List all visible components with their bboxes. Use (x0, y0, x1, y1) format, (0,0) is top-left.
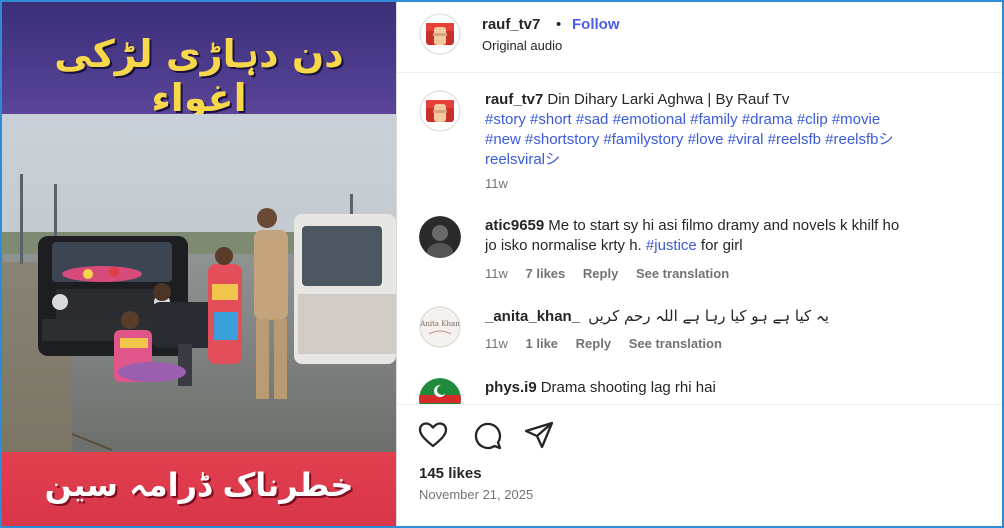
commenter-avatar[interactable]: Anita Khan (419, 306, 461, 348)
fist-logo-icon (419, 13, 461, 55)
comment-icon[interactable] (471, 419, 503, 451)
comment-likes[interactable]: 1 like (526, 336, 559, 351)
comment-likes[interactable]: 7 likes (526, 266, 566, 281)
header-username[interactable]: rauf_tv7 (482, 16, 540, 33)
comment-text: atic9659 Me to start sy hi asi filmo dram… (485, 216, 990, 256)
post-side-panel: rauf_tv7 • Follow Original audio rauf_tv… (396, 2, 1002, 526)
post-date[interactable]: November 21, 2025 (419, 487, 533, 502)
hashtags-line-1[interactable]: #story #short #sad #emotional #family #d… (485, 111, 880, 128)
hashtags-line-2[interactable]: #new #shortstory #familystory #love #vir… (485, 131, 894, 148)
video-caption-text: خطرناک ڈرامہ سین (44, 466, 354, 504)
commenter-avatar[interactable] (419, 378, 461, 404)
post-header: rauf_tv7 • Follow Original audio (397, 2, 1002, 73)
comment-meta: 11w 1 like Reply See translation (485, 336, 736, 351)
reply-button[interactable]: Reply (583, 266, 618, 281)
caption-body: Din Dihary Larki Aghwa | By Rauf Tv (547, 91, 790, 108)
comment-time[interactable]: 11w (485, 266, 508, 281)
hashtags-line-3[interactable]: reelsviralシ (485, 151, 560, 168)
post-dialog: دن دہاڑی لڑکی اغواء خطرناک ڈرامہ سین rau… (0, 0, 1004, 528)
comment-username[interactable]: _anita_khan_ (485, 308, 580, 325)
caption-text: rauf_tv7 Din Dihary Larki Aghwa | By Rauf… (485, 90, 990, 170)
caption-time[interactable]: 11w (485, 176, 508, 191)
comment-username[interactable]: atic9659 (485, 217, 544, 234)
post-actions: 145 likes November 21, 2025 (397, 404, 1002, 526)
comment-text: phys.i9 Drama shooting lag rhi hai (485, 378, 990, 398)
follow-button[interactable]: Follow (572, 16, 620, 33)
comment-body: یہ کیا ہے ہو کیا رہا ہے اللہ رحم کریں (588, 307, 829, 325)
profile-avatar[interactable] (419, 13, 461, 55)
comment-time[interactable]: 11w (485, 336, 508, 351)
video-title-text: دن دہاڑی لڑکی اغواء (54, 32, 344, 120)
video-title-banner: دن دہاڑی لڑکی اغواء (2, 2, 396, 120)
comment-body: Drama shooting lag rhi hai (540, 379, 716, 396)
likes-count[interactable]: 145 likes (419, 465, 482, 482)
profile-photo-icon (419, 216, 461, 258)
comment-body-cont: jo isko normalise krty h. (485, 237, 646, 254)
avatar-script-text: Anita Khan (419, 320, 460, 328)
heart-icon[interactable] (417, 419, 449, 451)
reel-video[interactable]: دن دہاڑی لڑکی اغواء خطرناک ڈرامہ سین (2, 2, 396, 526)
original-audio-link[interactable]: Original audio (482, 38, 562, 53)
video-caption-banner: خطرناک ڈرامہ سین (2, 452, 396, 526)
comment-body-end: for girl (696, 237, 743, 254)
comments-list[interactable]: rauf_tv7 Din Dihary Larki Aghwa | By Rauf… (397, 72, 1002, 404)
see-translation-button[interactable]: See translation (636, 266, 729, 281)
caption-avatar[interactable] (419, 90, 461, 132)
caption-username[interactable]: rauf_tv7 (485, 91, 543, 108)
comment-hashtag[interactable]: #justice (646, 237, 697, 254)
video-scene (2, 114, 396, 452)
commenter-avatar[interactable] (419, 216, 461, 258)
comment-text: _anita_khan_ یہ کیا ہے ہو کیا رہا ہے الل… (485, 306, 990, 327)
comment-body: Me to start sy hi asi filmo dramy and no… (548, 217, 900, 234)
fist-logo-icon (419, 90, 461, 132)
comment-meta: 11w 7 likes Reply See translation (485, 266, 743, 281)
see-translation-button[interactable]: See translation (629, 336, 722, 351)
comment-username[interactable]: phys.i9 (485, 379, 537, 396)
share-icon[interactable] (523, 419, 555, 451)
profile-photo-icon: Anita Khan (419, 306, 461, 348)
reply-button[interactable]: Reply (576, 336, 611, 351)
separator-dot: • (556, 16, 562, 33)
caption-meta: 11w (485, 176, 522, 191)
pti-flag-icon (419, 378, 461, 404)
